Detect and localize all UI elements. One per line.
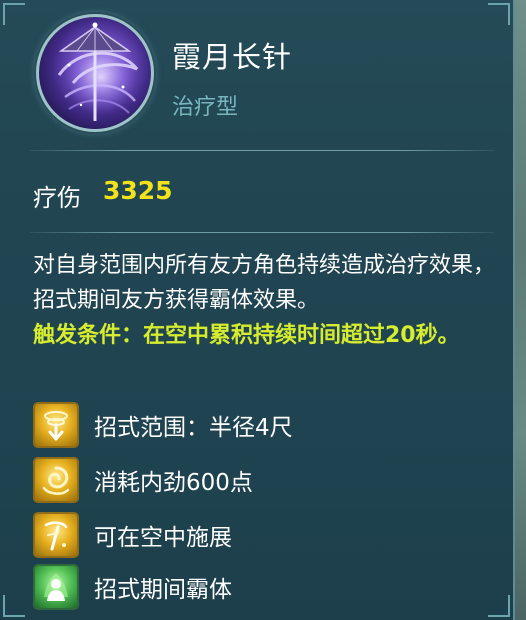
skill-description: 对自身范围内所有友方角色持续造成治疗效果，招式期间友方获得霸体效果。 (33, 253, 496, 313)
property-row: 可在空中施展 (33, 510, 232, 560)
property-row: 消耗内劲600点 (33, 455, 253, 505)
skill-tooltip-panel: 霞月长针 治疗型 疗伤 3325 对自身范围内所有友方角色持续造成治疗效果，招式… (0, 0, 515, 620)
property-label: 招式范围：半径4尺 (94, 415, 293, 441)
stat-label: 疗伤 (33, 184, 81, 212)
trigger-condition: 触发条件：在空中累积持续时间超过20秒。 (33, 323, 460, 348)
swirl-energy-icon (33, 457, 79, 503)
property-label: 消耗内劲600点 (94, 470, 253, 496)
property-row: 招式期间霸体 (33, 562, 232, 612)
skill-type: 治疗型 (172, 95, 239, 120)
property-row: 招式范围：半径4尺 (33, 400, 293, 450)
corner-ornament (3, 3, 25, 25)
range-arrow-icon (33, 402, 79, 448)
parasol-spiral-icon (36, 14, 154, 132)
airborne-cast-icon (33, 512, 79, 558)
property-label: 招式期间霸体 (94, 577, 232, 603)
corner-ornament (488, 595, 510, 617)
stat-value: 3325 (103, 176, 173, 205)
property-label: 可在空中施展 (94, 525, 232, 551)
skill-name: 霞月长针 (172, 40, 293, 74)
divider (30, 232, 495, 233)
corner-ornament (3, 595, 25, 617)
green-figure-icon (33, 564, 79, 610)
divider (30, 150, 495, 151)
corner-ornament (488, 3, 510, 25)
